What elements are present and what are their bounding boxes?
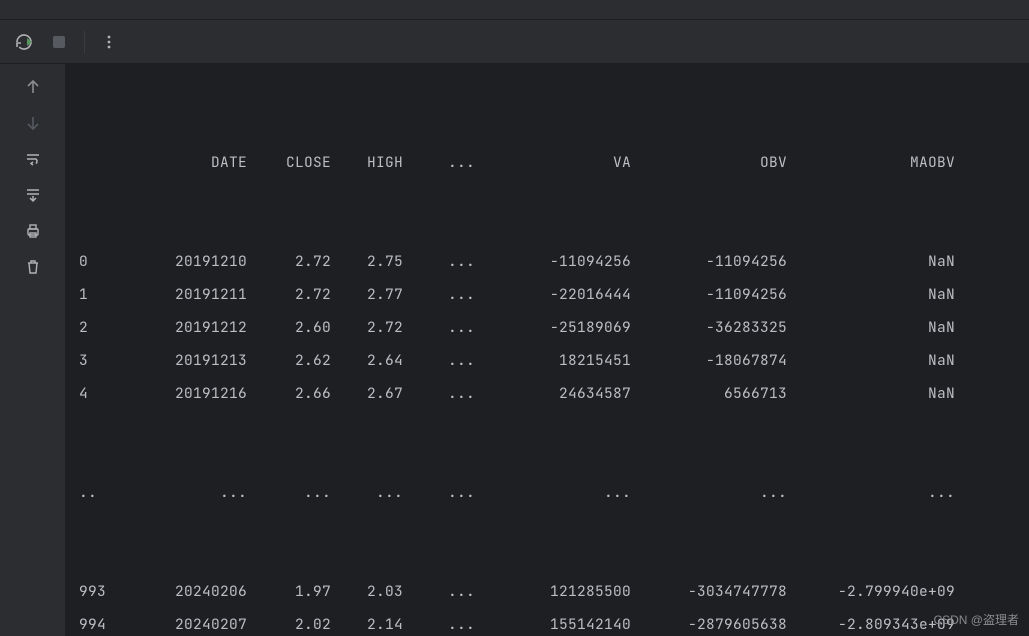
cell-close: 2.62 — [247, 344, 331, 377]
cell-idx: 1 — [79, 278, 127, 311]
cell-high: 2.77 — [331, 278, 403, 311]
cell-dots: ... — [403, 344, 475, 377]
cell-dots: ... — [403, 575, 475, 608]
scroll-up-icon[interactable] — [24, 78, 42, 96]
cell-idx: 3 — [79, 344, 127, 377]
scroll-to-end-icon[interactable] — [24, 186, 42, 204]
cell-obv: -36283325 — [631, 311, 787, 344]
soft-wrap-icon[interactable] — [24, 150, 42, 168]
cell-date: 20191213 — [127, 344, 247, 377]
cell-va: 155142140 — [475, 608, 631, 636]
cell-obv: -11094256 — [631, 278, 787, 311]
cell-obv: -2879605638 — [631, 608, 787, 636]
stop-icon[interactable] — [50, 33, 68, 51]
cell-date: 20191211 — [127, 278, 247, 311]
scroll-down-icon[interactable] — [24, 114, 42, 132]
cell-va: 18215451 — [475, 344, 631, 377]
cell-close: 1.97 — [247, 575, 331, 608]
cell-obv: 6566713 — [631, 377, 787, 410]
cell-date: 20240206 — [127, 575, 247, 608]
cell-va: -25189069 — [475, 311, 631, 344]
watermark: CSDN @盗理者 — [933, 611, 1019, 628]
table-row: 994202402072.022.14...155142140-28796056… — [79, 608, 1021, 636]
cell-maobv: NaN — [787, 278, 955, 311]
cell-va: -22016444 — [475, 278, 631, 311]
table-row: 4201912162.662.67...246345876566713NaN — [79, 377, 1021, 410]
cell-date: 20240207 — [127, 608, 247, 636]
tab-bar — [0, 0, 1029, 20]
cell-close: 2.66 — [247, 377, 331, 410]
cell-high: 2.64 — [331, 344, 403, 377]
cell-date: 20191216 — [127, 377, 247, 410]
cell-close: 2.02 — [247, 608, 331, 636]
cell-va: 121285500 — [475, 575, 631, 608]
cell-dots: ... — [403, 608, 475, 636]
table-row: 1201912112.722.77...-22016444-11094256Na… — [79, 278, 1021, 311]
cell-obv: -18067874 — [631, 344, 787, 377]
cell-maobv: NaN — [787, 377, 955, 410]
rerun-icon[interactable] — [14, 32, 34, 52]
ellipsis-row: .. ... ... ... ... ... ... ... — [79, 476, 1021, 509]
print-icon[interactable] — [24, 222, 42, 240]
cell-high: 2.03 — [331, 575, 403, 608]
cell-high: 2.67 — [331, 377, 403, 410]
run-toolbar — [0, 20, 1029, 64]
cell-maobv: NaN — [787, 344, 955, 377]
trash-icon[interactable] — [24, 258, 42, 276]
cell-date: 20191210 — [127, 245, 247, 278]
cell-close: 2.72 — [247, 245, 331, 278]
cell-maobv: -2.799940e+09 — [787, 575, 955, 608]
cell-maobv: NaN — [787, 245, 955, 278]
table-header: DATE CLOSE HIGH ... VA OBV MAOBV — [79, 146, 1021, 179]
cell-idx: 4 — [79, 377, 127, 410]
cell-obv: -11094256 — [631, 245, 787, 278]
cell-obv: -3034747778 — [631, 575, 787, 608]
cell-close: 2.72 — [247, 278, 331, 311]
cell-idx: 993 — [79, 575, 127, 608]
table-row: 3201912132.622.64...18215451-18067874NaN — [79, 344, 1021, 377]
cell-dots: ... — [403, 377, 475, 410]
cell-close: 2.60 — [247, 311, 331, 344]
cell-maobv: NaN — [787, 311, 955, 344]
cell-dots: ... — [403, 278, 475, 311]
cell-idx: 2 — [79, 311, 127, 344]
cell-maobv: -2.809343e+09 — [787, 608, 955, 636]
gutter-toolbar — [0, 64, 65, 636]
table-row: 993202402061.972.03...121285500-30347477… — [79, 575, 1021, 608]
table-row: 0201912102.722.75...-11094256-11094256Na… — [79, 245, 1021, 278]
cell-idx: 0 — [79, 245, 127, 278]
cell-high: 2.75 — [331, 245, 403, 278]
cell-idx: 994 — [79, 608, 127, 636]
cell-va: 24634587 — [475, 377, 631, 410]
cell-va: -11094256 — [475, 245, 631, 278]
separator — [84, 31, 85, 53]
table-row: 2201912122.602.72...-25189069-36283325Na… — [79, 311, 1021, 344]
console-output[interactable]: DATE CLOSE HIGH ... VA OBV MAOBV 0201912… — [65, 64, 1029, 636]
cell-high: 2.14 — [331, 608, 403, 636]
cell-dots: ... — [403, 245, 475, 278]
cell-date: 20191212 — [127, 311, 247, 344]
cell-dots: ... — [403, 311, 475, 344]
more-icon[interactable] — [101, 34, 117, 50]
cell-high: 2.72 — [331, 311, 403, 344]
